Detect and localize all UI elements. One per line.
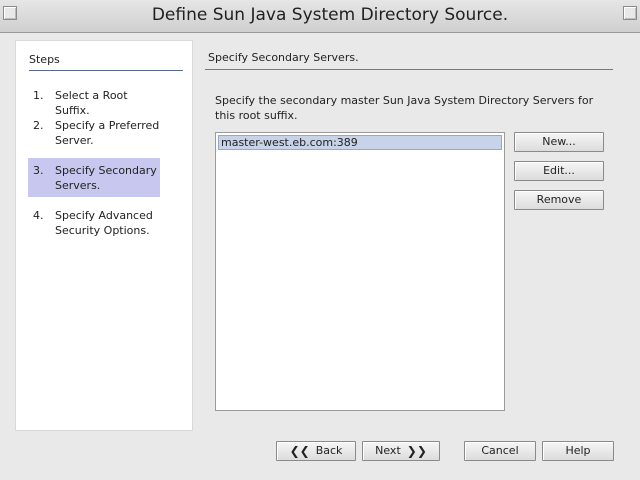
description-text: Specify the secondary master Sun Java Sy… (215, 94, 594, 122)
step-item-1: 1. Select a Root Suffix. (28, 88, 160, 117)
edit-button[interactable]: Edit... (514, 161, 604, 181)
steps-header: Steps (29, 53, 60, 66)
step-item-2: 2. Specify a Preferred Server. (28, 118, 160, 150)
steps-divider (29, 70, 183, 71)
double-left-arrow-icon: ❮❮ (289, 444, 310, 458)
window-title: Define Sun Java System Directory Source. (151, 5, 509, 25)
step-label: Specify Advanced Security Options. (55, 209, 153, 237)
server-list-item[interactable]: master-west.eb.com:389 (218, 135, 502, 150)
step-item-3: 3. Specify Secondary Servers. (28, 158, 160, 197)
title-bar[interactable]: Define Sun Java System Directory Source. (0, 0, 640, 33)
steps-panel: Steps 1. Select a Root Suffix. 2. Specif… (15, 40, 193, 431)
back-button[interactable]: ❮❮ Back (276, 441, 356, 461)
next-button[interactable]: Next ❯❯ (362, 441, 440, 461)
remove-button[interactable]: Remove (514, 190, 604, 210)
next-button-label: Next (375, 444, 401, 457)
new-button[interactable]: New... (514, 132, 604, 152)
step-number: 1. (33, 89, 44, 102)
section-title: Specify Secondary Servers. (208, 51, 359, 64)
section-divider (205, 69, 613, 70)
help-button[interactable]: Help (542, 441, 614, 461)
step-number: 2. (33, 119, 44, 132)
step-label: Select a Root Suffix. (55, 89, 128, 117)
step-number: 3. (33, 164, 44, 177)
step-label: Specify a Preferred Server. (55, 119, 160, 147)
step-number: 4. (33, 209, 44, 222)
step-item-4: 4. Specify Advanced Security Options. (28, 208, 160, 240)
secondary-server-list[interactable]: master-west.eb.com:389 (215, 132, 505, 411)
window-close-button[interactable] (623, 6, 637, 20)
step-label: Specify Secondary Servers. (55, 164, 157, 192)
dialog-window: Define Sun Java System Directory Source.… (0, 0, 640, 480)
back-button-label: Back (315, 444, 343, 457)
cancel-button[interactable]: Cancel (464, 441, 536, 461)
double-right-arrow-icon: ❯❯ (406, 444, 427, 458)
